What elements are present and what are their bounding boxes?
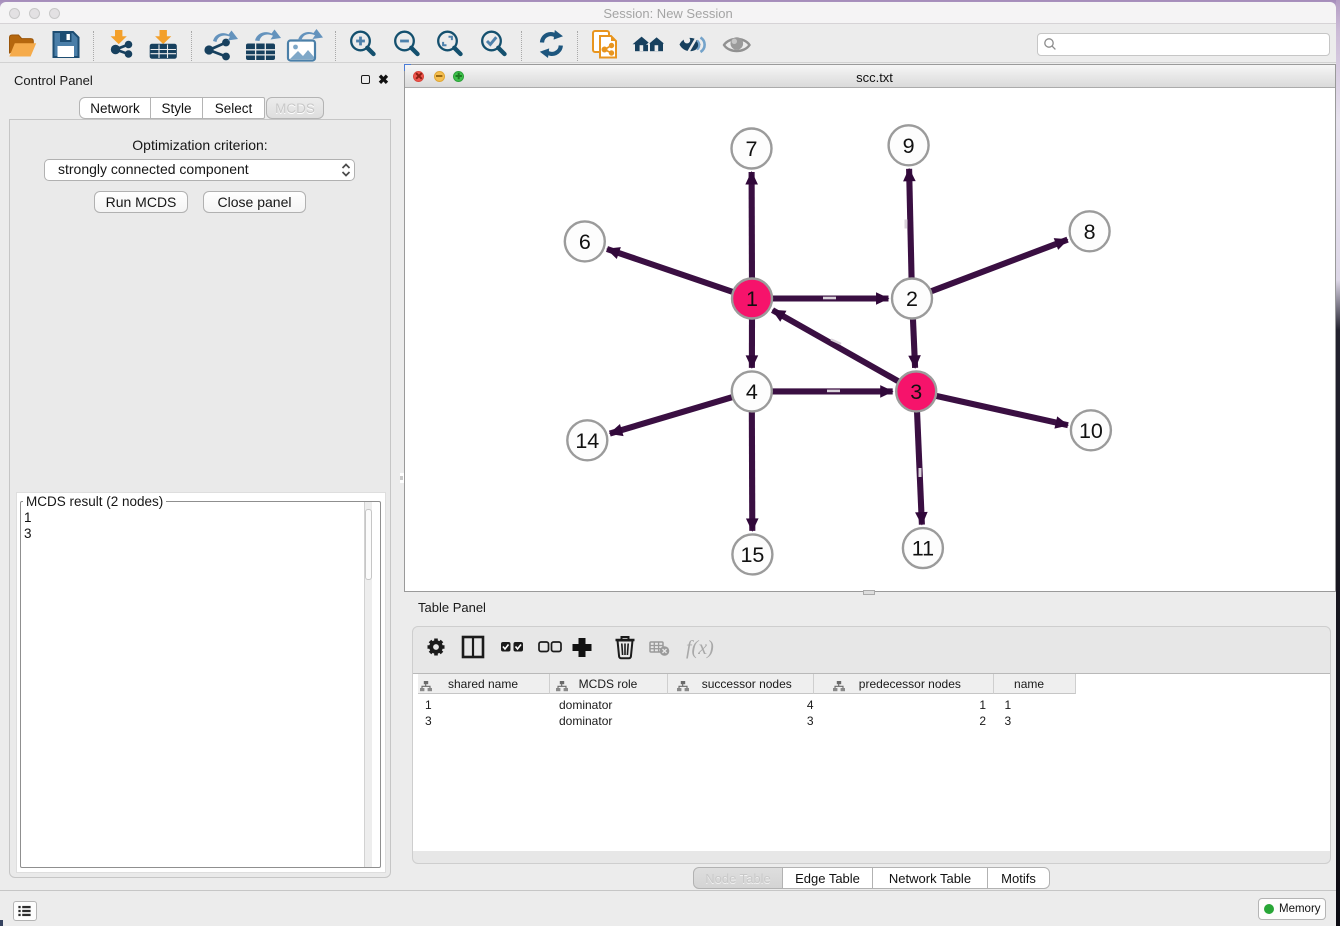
svg-text:10: 10 [1079, 419, 1103, 443]
svg-text:8: 8 [1084, 220, 1096, 244]
svg-text:14: 14 [575, 429, 599, 453]
svg-text:6: 6 [579, 230, 591, 254]
svg-text:9: 9 [903, 134, 915, 158]
svg-text:f(x): f(x) [686, 637, 714, 659]
svg-text:11: 11 [912, 537, 934, 561]
svg-text:15: 15 [740, 543, 764, 567]
svg-text:1: 1 [746, 287, 758, 311]
svg-text:3: 3 [910, 380, 922, 404]
svg-text:7: 7 [746, 137, 758, 161]
svg-text:2: 2 [906, 287, 918, 311]
svg-text:4: 4 [746, 380, 758, 404]
